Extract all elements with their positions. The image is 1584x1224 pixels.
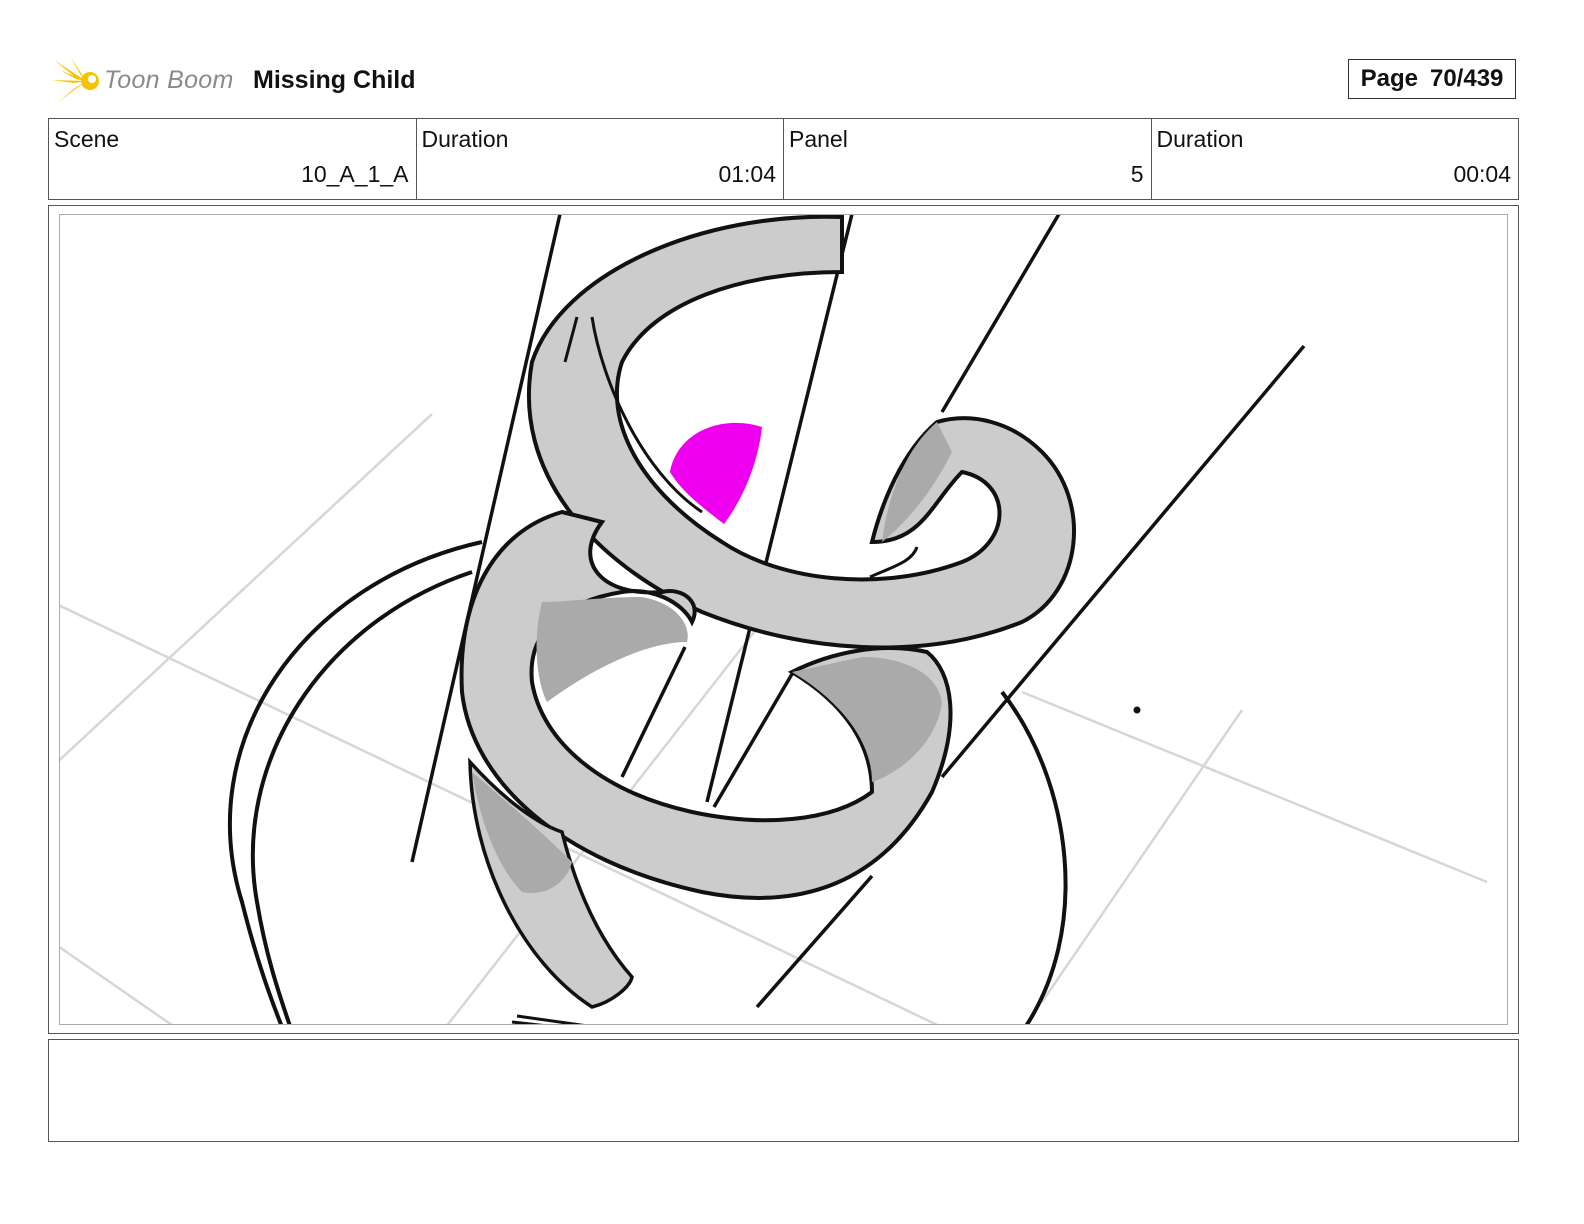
panel-duration-cell: Duration 00:04	[1152, 119, 1519, 199]
panel-notes-box	[48, 1039, 1519, 1142]
panel-duration-label: Duration	[1156, 126, 1244, 152]
panel-duration-value: 00:04	[1453, 161, 1511, 187]
page-header: Toon Boom Missing Child Page 70/439	[48, 54, 1538, 108]
sketch-drawing	[60, 215, 1488, 1024]
panel-value: 5	[1130, 161, 1144, 187]
construction-lines	[60, 413, 1488, 1024]
scene-cell: Scene 10_A_1_A	[49, 119, 417, 199]
scene-duration-value: 01:04	[718, 161, 776, 187]
toon-boom-logo: Toon Boom	[48, 54, 248, 108]
scene-duration-label: Duration	[421, 126, 509, 152]
panel-info-row: Scene 10_A_1_A Duration 01:04 Panel 5 Du…	[48, 118, 1519, 200]
logo-text: Toon Boom	[104, 66, 234, 94]
project-title: Missing Child	[253, 66, 416, 94]
starburst-icon	[52, 56, 99, 104]
page-indicator: Page 70/439	[1348, 59, 1516, 99]
panel-drawing-area	[59, 214, 1508, 1025]
scene-value: 10_A_1_A	[301, 161, 409, 187]
scene-duration-cell: Duration 01:04	[417, 119, 784, 199]
page-number: 70/439	[1429, 65, 1504, 92]
magenta-object	[670, 422, 762, 524]
panel-cell: Panel 5	[784, 119, 1152, 199]
page-label: Page	[1360, 65, 1418, 92]
storyboard-panel	[48, 205, 1519, 1034]
scene-label: Scene	[54, 126, 120, 152]
panel-label: Panel	[789, 126, 848, 152]
